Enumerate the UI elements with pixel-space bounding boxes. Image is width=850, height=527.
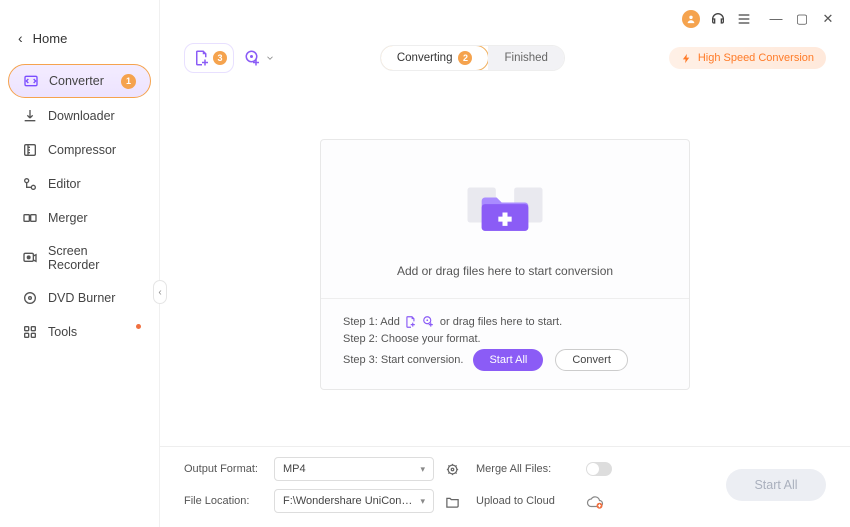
- sidebar-item-label: Tools: [48, 325, 77, 339]
- add-dvd-mini-icon[interactable]: [422, 315, 436, 329]
- sidebar-item-compressor[interactable]: Compressor: [8, 134, 151, 166]
- collapse-sidebar-button[interactable]: ‹: [153, 280, 167, 304]
- tab-label: Finished: [504, 52, 547, 64]
- add-dvd-button[interactable]: [242, 47, 264, 69]
- sidebar-item-tools[interactable]: Tools: [8, 316, 151, 348]
- file-location-select[interactable]: F:\Wondershare UniConverter 1 ▾: [274, 489, 434, 513]
- add-dvd-dropdown[interactable]: [264, 47, 276, 69]
- sidebar-item-label: DVD Burner: [48, 291, 115, 305]
- step1-pre: Step 1: Add: [343, 316, 400, 328]
- tab-finished[interactable]: Finished: [488, 45, 563, 71]
- sidebar-item-label: Compressor: [48, 143, 116, 157]
- toolbar: 3 Converting 2 Finished High Speed Conve…: [184, 38, 826, 78]
- add-file-button[interactable]: [191, 47, 213, 69]
- folder-art-icon: [455, 170, 555, 250]
- home-row: ‹ Home: [0, 30, 159, 62]
- start-all-button[interactable]: Start All: [726, 469, 826, 501]
- tab-segment: Converting 2 Finished: [380, 45, 565, 71]
- main: — ▢ ✕ 3 Converting 2 Finished: [160, 0, 850, 527]
- tools-icon: [22, 324, 38, 340]
- content-area: Add or drag files here to start conversi…: [160, 82, 850, 446]
- output-format-value: MP4: [283, 463, 306, 475]
- high-speed-button[interactable]: High Speed Conversion: [669, 47, 826, 69]
- drop-text: Add or drag files here to start conversi…: [397, 264, 613, 278]
- drop-zone[interactable]: Add or drag files here to start conversi…: [321, 140, 689, 298]
- sidebar: ‹ Home Converter 1 Downloader Compressor…: [0, 0, 160, 527]
- open-folder-icon[interactable]: [444, 493, 460, 509]
- output-format-label: Output Format:: [184, 463, 264, 475]
- high-speed-label: High Speed Conversion: [698, 52, 814, 64]
- sidebar-item-label: Converter: [49, 74, 104, 88]
- menu-icon[interactable]: [736, 11, 752, 27]
- tab-count: 2: [458, 51, 472, 65]
- sidebar-item-converter[interactable]: Converter 1: [8, 64, 151, 98]
- step-2: Step 2: Choose your format.: [343, 333, 667, 345]
- merge-all-toggle[interactable]: [586, 462, 612, 476]
- minimize-button[interactable]: —: [768, 11, 784, 27]
- avatar-icon[interactable]: [682, 10, 700, 28]
- downloader-icon: [22, 108, 38, 124]
- sidebar-item-label: Downloader: [48, 109, 115, 123]
- dvd-burner-icon: [22, 290, 38, 306]
- sidebar-badge: 1: [121, 74, 136, 89]
- chevron-down-icon: ▾: [420, 464, 425, 475]
- sidebar-item-downloader[interactable]: Downloader: [8, 100, 151, 132]
- output-settings-icon[interactable]: [444, 461, 460, 477]
- footer: Output Format: MP4 ▾ Merge All Files: St…: [160, 446, 850, 527]
- compressor-icon: [22, 142, 38, 158]
- step-1: Step 1: Add or drag files here to start.: [343, 315, 667, 329]
- tab-converting[interactable]: Converting 2: [380, 45, 490, 71]
- file-location-label: File Location:: [184, 495, 264, 507]
- close-button[interactable]: ✕: [820, 11, 836, 27]
- editor-icon: [22, 176, 38, 192]
- notification-dot: [136, 324, 141, 329]
- upload-cloud-label: Upload to Cloud: [476, 495, 576, 507]
- home-label[interactable]: Home: [33, 31, 68, 46]
- titlebar: — ▢ ✕: [160, 0, 850, 38]
- merge-all-label: Merge All Files:: [476, 463, 576, 475]
- drop-panel[interactable]: Add or drag files here to start conversi…: [320, 139, 690, 390]
- add-files-group: 3: [184, 43, 234, 73]
- add-file-mini-icon[interactable]: [404, 315, 418, 329]
- sidebar-item-merger[interactable]: Merger: [8, 202, 151, 234]
- sidebar-item-screen-recorder[interactable]: Screen Recorder: [8, 236, 151, 280]
- convert-sample-button[interactable]: Convert: [555, 349, 628, 371]
- upload-cloud-icon[interactable]: [586, 493, 602, 509]
- sidebar-item-label: Editor: [48, 177, 81, 191]
- window-controls: — ▢ ✕: [768, 11, 836, 27]
- start-all-sample-button[interactable]: Start All: [473, 349, 543, 371]
- back-icon[interactable]: ‹: [18, 30, 23, 46]
- step3-text: Step 3: Start conversion.: [343, 354, 463, 366]
- tab-label: Converting: [397, 52, 453, 64]
- file-location-value: F:\Wondershare UniConverter 1: [283, 495, 413, 507]
- steps-panel: Step 1: Add or drag files here to start.…: [321, 298, 689, 389]
- add-file-badge: 3: [213, 51, 227, 65]
- maximize-button[interactable]: ▢: [794, 11, 810, 27]
- step-3: Step 3: Start conversion. Start All Conv…: [343, 349, 667, 371]
- converter-icon: [23, 73, 39, 89]
- step1-post: or drag files here to start.: [440, 316, 562, 328]
- support-icon[interactable]: [710, 11, 726, 27]
- lightning-icon: [681, 53, 692, 64]
- step2-text: Step 2: Choose your format.: [343, 333, 481, 345]
- sidebar-item-editor[interactable]: Editor: [8, 168, 151, 200]
- output-format-select[interactable]: MP4 ▾: [274, 457, 434, 481]
- sidebar-item-label: Merger: [48, 211, 88, 225]
- merger-icon: [22, 210, 38, 226]
- sidebar-item-label: Screen Recorder: [48, 244, 137, 272]
- sidebar-item-dvd-burner[interactable]: DVD Burner: [8, 282, 151, 314]
- screen-recorder-icon: [22, 250, 38, 266]
- chevron-down-icon: ▾: [420, 496, 425, 507]
